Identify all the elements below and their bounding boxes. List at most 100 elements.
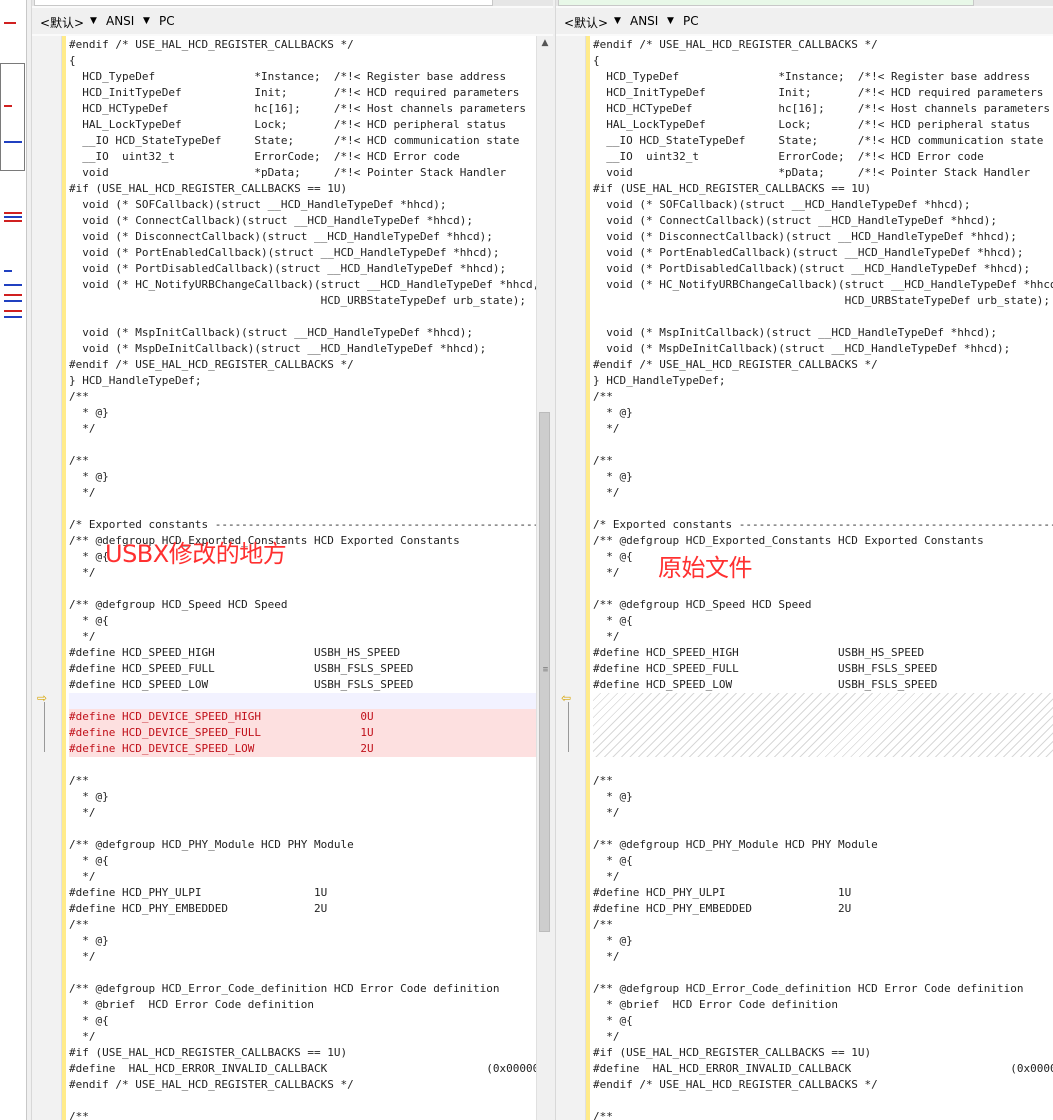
- code-line[interactable]: */: [593, 805, 1053, 821]
- code-line[interactable]: #endif /* USE_HAL_HCD_REGISTER_CALLBACKS…: [69, 1077, 553, 1093]
- code-line[interactable]: */: [593, 629, 1053, 645]
- code-line[interactable]: #define HCD_PHY_EMBEDDED 2U: [593, 901, 1053, 917]
- code-line[interactable]: /**: [593, 1109, 1053, 1120]
- code-line[interactable]: /** @defgroup HCD_PHY_Module HCD PHY Mod…: [593, 837, 1053, 853]
- code-line[interactable]: * @brief HCD Error Code definition: [593, 997, 1053, 1013]
- code-line[interactable]: HAL_LockTypeDef Lock; /*!< HCD periphera…: [69, 117, 553, 133]
- code-line[interactable]: /** @defgroup HCD_Speed HCD Speed: [69, 597, 553, 613]
- code-line[interactable]: void (* HC_NotifyURBChangeCallback)(stru…: [593, 277, 1053, 293]
- code-line[interactable]: #if (USE_HAL_HCD_REGISTER_CALLBACKS == 1…: [69, 1045, 553, 1061]
- chevron-down-icon[interactable]: ▼: [143, 16, 150, 26]
- code-line[interactable]: void *pData; /*!< Pointer Stack Handler: [69, 165, 553, 181]
- code-line[interactable]: #define HCD_SPEED_HIGH USBH_HS_SPEED: [593, 645, 1053, 661]
- code-line[interactable]: /**: [69, 917, 553, 933]
- code-line[interactable]: */: [69, 1029, 553, 1045]
- code-line[interactable]: [69, 821, 553, 837]
- diff-overview-strip[interactable]: [0, 0, 27, 1120]
- code-line[interactable]: HCD_TypeDef *Instance; /*!< Register bas…: [593, 69, 1053, 85]
- code-line[interactable]: * @{: [69, 853, 553, 869]
- code-line[interactable]: /**: [593, 773, 1053, 789]
- code-line[interactable]: void (* MspDeInitCallback)(struct __HCD_…: [593, 341, 1053, 357]
- code-line[interactable]: void (* MspDeInitCallback)(struct __HCD_…: [69, 341, 553, 357]
- code-line[interactable]: HAL_LockTypeDef Lock; /*!< HCD periphera…: [593, 117, 1053, 133]
- left-code-editor[interactable]: ⇨ #endif /* USE_HAL_HCD_REGISTER_CALLBAC…: [32, 36, 553, 1120]
- code-line[interactable]: /** @defgroup HCD_PHY_Module HCD PHY Mod…: [69, 837, 553, 853]
- code-line[interactable]: [69, 965, 553, 981]
- code-line[interactable]: */: [593, 1029, 1053, 1045]
- code-line[interactable]: #define HCD_PHY_ULPI 1U: [69, 885, 553, 901]
- code-line[interactable]: {: [593, 53, 1053, 69]
- code-line[interactable]: * @brief HCD Error Code definition: [69, 997, 553, 1013]
- code-line[interactable]: #if (USE_HAL_HCD_REGISTER_CALLBACKS == 1…: [593, 1045, 1053, 1061]
- code-line[interactable]: * @}: [69, 469, 553, 485]
- code-line[interactable]: void (* SOFCallback)(struct __HCD_Handle…: [593, 197, 1053, 213]
- code-line[interactable]: /** @defgroup HCD_Exported_Constants HCD…: [593, 533, 1053, 549]
- code-line[interactable]: /* Exported constants ------------------…: [69, 517, 553, 533]
- code-line[interactable]: [593, 1093, 1053, 1109]
- code-line[interactable]: * @}: [69, 933, 553, 949]
- code-line[interactable]: /** @defgroup HCD_Error_Code_definition …: [69, 981, 553, 997]
- code-line[interactable]: #define HCD_DEVICE_SPEED_HIGH 0U: [69, 709, 553, 725]
- code-line[interactable]: void (* PortDisabledCallback)(struct __H…: [69, 261, 553, 277]
- code-line[interactable]: */: [69, 805, 553, 821]
- left-encoding-selector[interactable]: ANSI: [106, 14, 134, 28]
- code-line[interactable]: [593, 821, 1053, 837]
- code-line[interactable]: void (* ConnectCallback)(struct __HCD_Ha…: [69, 213, 553, 229]
- code-line[interactable]: void (* DisconnectCallback)(struct __HCD…: [69, 229, 553, 245]
- left-scroll-thumb[interactable]: ≡: [539, 412, 550, 932]
- chevron-down-icon[interactable]: ▼: [614, 16, 621, 26]
- code-line[interactable]: */: [69, 949, 553, 965]
- code-line[interactable]: void (* PortEnabledCallback)(struct __HC…: [593, 245, 1053, 261]
- code-line[interactable]: */: [593, 421, 1053, 437]
- code-line[interactable]: } HCD_HandleTypeDef;: [69, 373, 553, 389]
- code-line[interactable]: #endif /* USE_HAL_HCD_REGISTER_CALLBACKS…: [593, 357, 1053, 373]
- code-line[interactable]: * @{: [593, 853, 1053, 869]
- code-line[interactable]: [593, 581, 1053, 597]
- code-line[interactable]: */: [69, 629, 553, 645]
- code-line[interactable]: */: [593, 869, 1053, 885]
- code-line[interactable]: void (* MspInitCallback)(struct __HCD_Ha…: [593, 325, 1053, 341]
- code-line[interactable]: * @{: [69, 613, 553, 629]
- code-line[interactable]: /* Exported constants ------------------…: [593, 517, 1053, 533]
- code-line[interactable]: } HCD_HandleTypeDef;: [593, 373, 1053, 389]
- code-line[interactable]: void (* SOFCallback)(struct __HCD_Handle…: [69, 197, 553, 213]
- code-line[interactable]: #if (USE_HAL_HCD_REGISTER_CALLBACKS == 1…: [593, 181, 1053, 197]
- overview-viewport[interactable]: [0, 63, 25, 171]
- code-line[interactable]: /**: [69, 389, 553, 405]
- code-line[interactable]: [593, 437, 1053, 453]
- code-line[interactable]: #define HCD_SPEED_LOW USBH_FSLS_SPEED: [593, 677, 1053, 693]
- code-line[interactable]: #endif /* USE_HAL_HCD_REGISTER_CALLBACKS…: [69, 37, 553, 53]
- code-line[interactable]: void (* ConnectCallback)(struct __HCD_Ha…: [593, 213, 1053, 229]
- code-line[interactable]: HCD_URBStateTypeDef urb_state);: [593, 293, 1053, 309]
- left-code-lines[interactable]: #endif /* USE_HAL_HCD_REGISTER_CALLBACKS…: [69, 37, 553, 1120]
- code-line[interactable]: HCD_TypeDef *Instance; /*!< Register bas…: [69, 69, 553, 85]
- code-line[interactable]: #define HCD_PHY_EMBEDDED 2U: [69, 901, 553, 917]
- code-line[interactable]: /**: [593, 453, 1053, 469]
- right-preset-selector[interactable]: <默认>: [564, 14, 608, 31]
- right-code-lines-bottom[interactable]: /** * @} */ /** @defgroup HCD_PHY_Module …: [593, 757, 1053, 1120]
- code-line[interactable]: __IO uint32_t ErrorCode; /*!< HCD Error …: [593, 149, 1053, 165]
- code-line[interactable]: HCD_HCTypeDef hc[16]; /*!< Host channels…: [593, 101, 1053, 117]
- code-line[interactable]: #define HCD_SPEED_FULL USBH_FSLS_SPEED: [69, 661, 553, 677]
- code-line[interactable]: [69, 309, 553, 325]
- code-line[interactable]: [593, 965, 1053, 981]
- code-line[interactable]: #endif /* USE_HAL_HCD_REGISTER_CALLBACKS…: [593, 1077, 1053, 1093]
- code-line[interactable]: #define HCD_SPEED_LOW USBH_FSLS_SPEED: [69, 677, 553, 693]
- code-line[interactable]: #define HAL_HCD_ERROR_INVALID_CALLBACK (…: [593, 1061, 1053, 1077]
- code-line[interactable]: * @}: [593, 789, 1053, 805]
- code-line[interactable]: HCD_HCTypeDef hc[16]; /*!< Host channels…: [69, 101, 553, 117]
- code-line[interactable]: * @}: [593, 469, 1053, 485]
- scroll-up-icon[interactable]: ▲: [537, 38, 553, 48]
- code-line[interactable]: #define HCD_PHY_ULPI 1U: [593, 885, 1053, 901]
- code-line[interactable]: */: [69, 485, 553, 501]
- code-line[interactable]: #define HCD_DEVICE_SPEED_FULL 1U: [69, 725, 553, 741]
- chevron-down-icon[interactable]: ▼: [90, 16, 97, 26]
- code-line[interactable]: /**: [593, 917, 1053, 933]
- code-line[interactable]: /** @defgroup HCD_Speed HCD Speed: [593, 597, 1053, 613]
- code-line[interactable]: * @{: [593, 613, 1053, 629]
- code-line[interactable]: * @}: [593, 933, 1053, 949]
- code-line[interactable]: * @}: [69, 405, 553, 421]
- code-line[interactable]: void (* DisconnectCallback)(struct __HCD…: [593, 229, 1053, 245]
- code-line[interactable]: /** @defgroup HCD_Error_Code_definition …: [593, 981, 1053, 997]
- left-vertical-scrollbar[interactable]: ▲ ≡: [536, 36, 553, 1120]
